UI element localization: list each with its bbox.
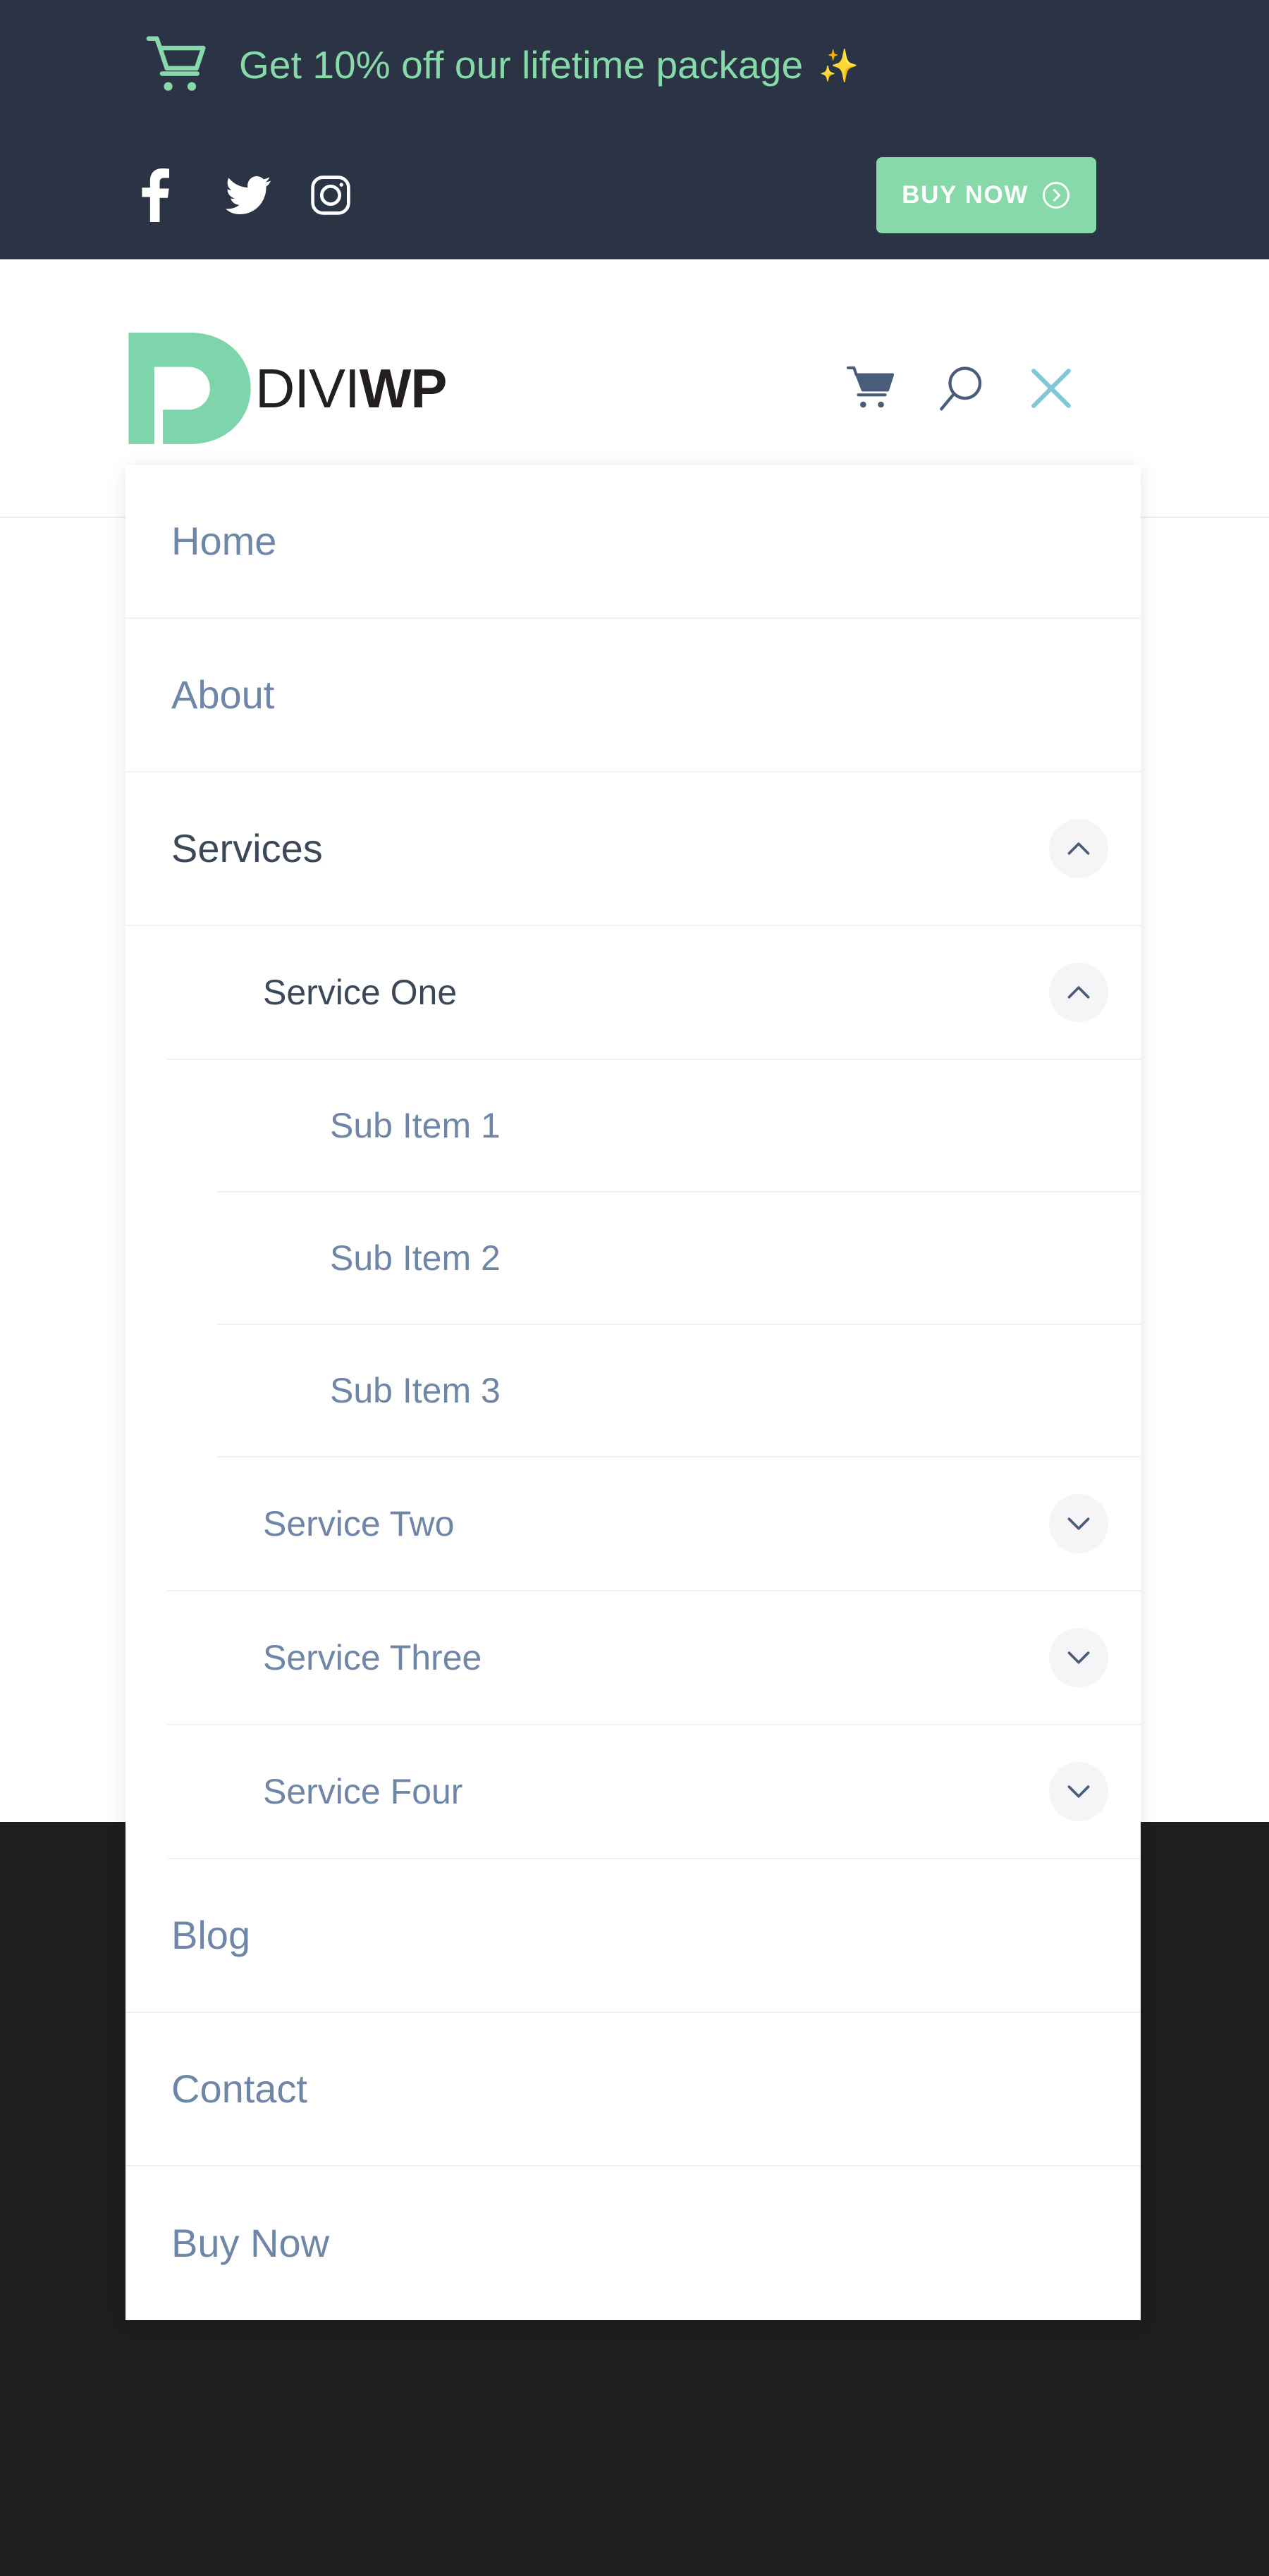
menu-item-contact[interactable]: Contact — [125, 2013, 1141, 2167]
menu-item-service-four[interactable]: Service Four — [168, 1725, 1141, 1859]
instagram-icon[interactable] — [310, 164, 395, 227]
site-logo[interactable]: DIVIWP — [123, 332, 447, 445]
menu-item-services[interactable]: Services — [125, 772, 1141, 926]
arrow-right-circle-icon — [1041, 180, 1071, 210]
buy-now-button[interactable]: BUY NOW — [876, 156, 1096, 233]
twitter-icon[interactable] — [226, 164, 310, 227]
promo-text: Get 10% off our lifetime package — [239, 43, 804, 87]
menu-item-label: Service Three — [263, 1638, 482, 1677]
menu-item-label: Sub Item 1 — [330, 1106, 501, 1145]
search-icon[interactable] — [916, 350, 1006, 427]
menu-item-label: Service Four — [263, 1772, 463, 1811]
chevron-down-icon — [1067, 1516, 1091, 1532]
menu-item-about[interactable]: About — [125, 619, 1141, 772]
chevron-down-icon — [1067, 1784, 1091, 1799]
promo-row: Get 10% off our lifetime package ✨ — [0, 0, 1269, 130]
submenu-toggle-service-three[interactable] — [1049, 1628, 1108, 1687]
menu-item-buy-now[interactable]: Buy Now — [125, 2167, 1141, 2320]
submenu-toggle-service-two[interactable] — [1049, 1494, 1108, 1553]
menu-item-sub-item-3[interactable]: Sub Item 3 — [217, 1325, 1141, 1458]
menu-item-label: Sub Item 3 — [330, 1371, 501, 1410]
close-icon[interactable] — [1006, 350, 1096, 427]
menu-item-label: Service Two — [263, 1504, 455, 1543]
menu-item-service-two[interactable]: Service Two — [168, 1458, 1141, 1591]
submenu-toggle-services[interactable] — [1049, 819, 1108, 878]
top-promo-bar: Get 10% off our lifetime package ✨ BUY N… — [0, 0, 1269, 259]
submenu-toggle-service-four[interactable] — [1049, 1762, 1108, 1821]
header-icon-group — [826, 350, 1096, 427]
facebook-icon[interactable] — [141, 164, 226, 227]
menu-item-service-one[interactable]: Service One — [168, 926, 1141, 1060]
chevron-down-icon — [1067, 1650, 1091, 1665]
menu-item-sub-item-2[interactable]: Sub Item 2 — [217, 1193, 1141, 1325]
menu-item-label: About — [171, 672, 275, 717]
chevron-up-icon — [1067, 985, 1091, 1000]
mobile-menu-panel: Home About Services Service One Sub Item 1 Su… — [125, 465, 1141, 2320]
chevron-up-icon — [1067, 841, 1091, 856]
menu-item-label: Services — [171, 826, 323, 870]
sparkle-icon: ✨ — [819, 47, 859, 84]
submenu-toggle-service-one[interactable] — [1049, 963, 1108, 1022]
menu-item-label: Buy Now — [171, 2221, 330, 2265]
menu-item-sub-item-1[interactable]: Sub Item 1 — [217, 1060, 1141, 1193]
menu-item-label: Home — [171, 519, 277, 563]
menu-item-label: Contact — [171, 2066, 307, 2111]
divi-d-logo-mark — [123, 332, 254, 444]
buy-now-label: BUY NOW — [902, 180, 1029, 209]
menu-item-blog[interactable]: Blog — [125, 1859, 1141, 2013]
logo-text-wp: WP — [359, 357, 448, 419]
cart-icon[interactable] — [826, 350, 916, 427]
social-links — [141, 164, 395, 227]
logo-text-divi: DIVI — [255, 357, 360, 419]
menu-item-home[interactable]: Home — [125, 465, 1141, 619]
shopping-cart-icon — [145, 35, 209, 97]
menu-item-service-three[interactable]: Service Three — [168, 1591, 1141, 1725]
menu-item-label: Blog — [171, 1913, 251, 1957]
menu-item-label: Service One — [263, 973, 458, 1012]
promo-actions-row: BUY NOW — [0, 130, 1269, 259]
logo-wordmark: DIVIWP — [255, 361, 447, 416]
menu-item-label: Sub Item 2 — [330, 1238, 501, 1278]
